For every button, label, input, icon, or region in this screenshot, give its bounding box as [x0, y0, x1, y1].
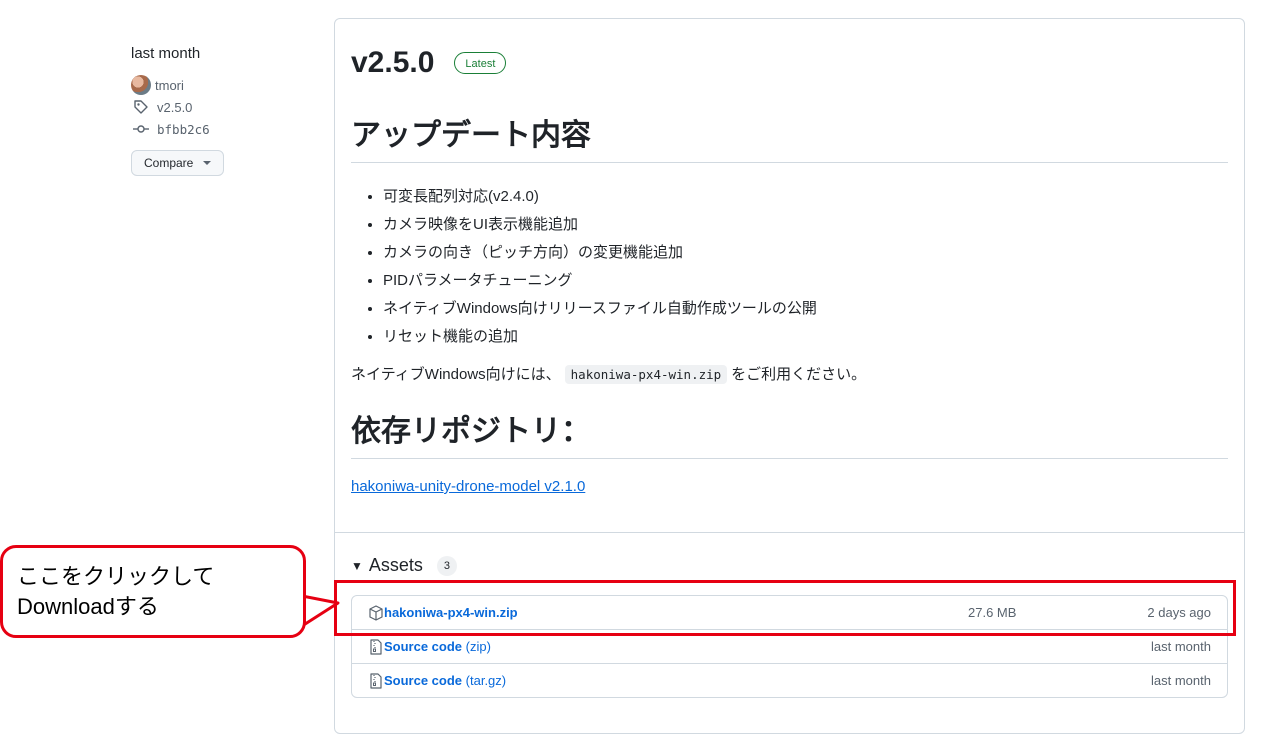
changes-list: 可変長配列対応(v2.4.0) カメラ映像をUI表示機能追加 カメラの向き（ピッ…	[351, 183, 817, 351]
note-prefix: ネイティブWindows向けには、	[351, 366, 561, 383]
author-name[interactable]: tmori	[155, 78, 184, 93]
file-zip-icon	[370, 638, 382, 655]
avatar[interactable]	[131, 75, 151, 95]
callout-bubble: ここをクリックして Downloadする	[0, 545, 306, 638]
note-suffix: をご利用ください。	[731, 366, 867, 383]
callout-pointer	[302, 594, 340, 628]
dependency-link[interactable]: hakoniwa-unity-drone-model v2.1.0	[351, 478, 585, 495]
release-title[interactable]: v2.5.0	[351, 45, 434, 81]
commit-hash[interactable]: bfbb2c6	[157, 122, 210, 137]
tag-row[interactable]: v2.5.0	[131, 96, 311, 118]
triangle-down-icon: ▼	[351, 558, 363, 573]
assets-toggle[interactable]: ▼ Assets 3	[351, 555, 457, 576]
callout-text-line2: Downloadする	[17, 594, 159, 619]
list-item: ネイティブWindows向けリリースファイル自動作成ツールの公開	[383, 295, 817, 323]
callout-text-line1: ここをクリックして	[17, 564, 215, 589]
list-item: リセット機能の追加	[383, 323, 817, 351]
asset-link[interactable]: Source code (zip)	[384, 639, 491, 654]
release-title-row: v2.5.0 Latest	[351, 45, 507, 81]
chevron-down-icon	[203, 161, 212, 165]
asset-date: last month	[1151, 673, 1211, 688]
commit-row[interactable]: bfbb2c6	[131, 118, 311, 140]
commit-icon	[133, 125, 149, 133]
author-row[interactable]: tmori	[131, 74, 311, 96]
file-zip-icon	[370, 672, 382, 689]
list-item: PIDパラメータチューニング	[383, 267, 817, 295]
deps-heading: 依存リポジトリ：	[351, 412, 1228, 459]
asset-date: last month	[1151, 639, 1211, 654]
list-item: カメラの向き（ピッチ方向）の変更機能追加	[383, 239, 817, 267]
release-date: last month	[131, 45, 201, 62]
assets-title: Assets	[368, 555, 423, 575]
list-item: 可変長配列対応(v2.4.0)	[383, 183, 817, 211]
latest-badge: Latest	[454, 52, 507, 74]
asset-row[interactable]: Source code (tar.gz) last month	[352, 663, 1227, 697]
windows-note: ネイティブWindows向けには、 hakoniwa-px4-win.zip をご利…	[351, 363, 866, 387]
list-item: カメラ映像をUI表示機能追加	[383, 211, 817, 239]
assets-count-badge: 3	[436, 555, 457, 576]
update-heading: アップデート内容	[351, 116, 1228, 163]
divider	[335, 532, 1244, 533]
compare-button[interactable]: Compare	[131, 150, 225, 176]
highlight-box	[334, 580, 1236, 636]
asset-link[interactable]: Source code (tar.gz)	[384, 673, 506, 688]
compare-label: Compare	[144, 156, 194, 170]
tag-icon	[134, 100, 148, 114]
tag-label[interactable]: v2.5.0	[157, 100, 192, 115]
release-sidebar: last month tmori v2.5.0 bfbb2c6 Compare	[131, 44, 311, 176]
note-code: hakoniwa-px4-win.zip	[564, 365, 728, 384]
